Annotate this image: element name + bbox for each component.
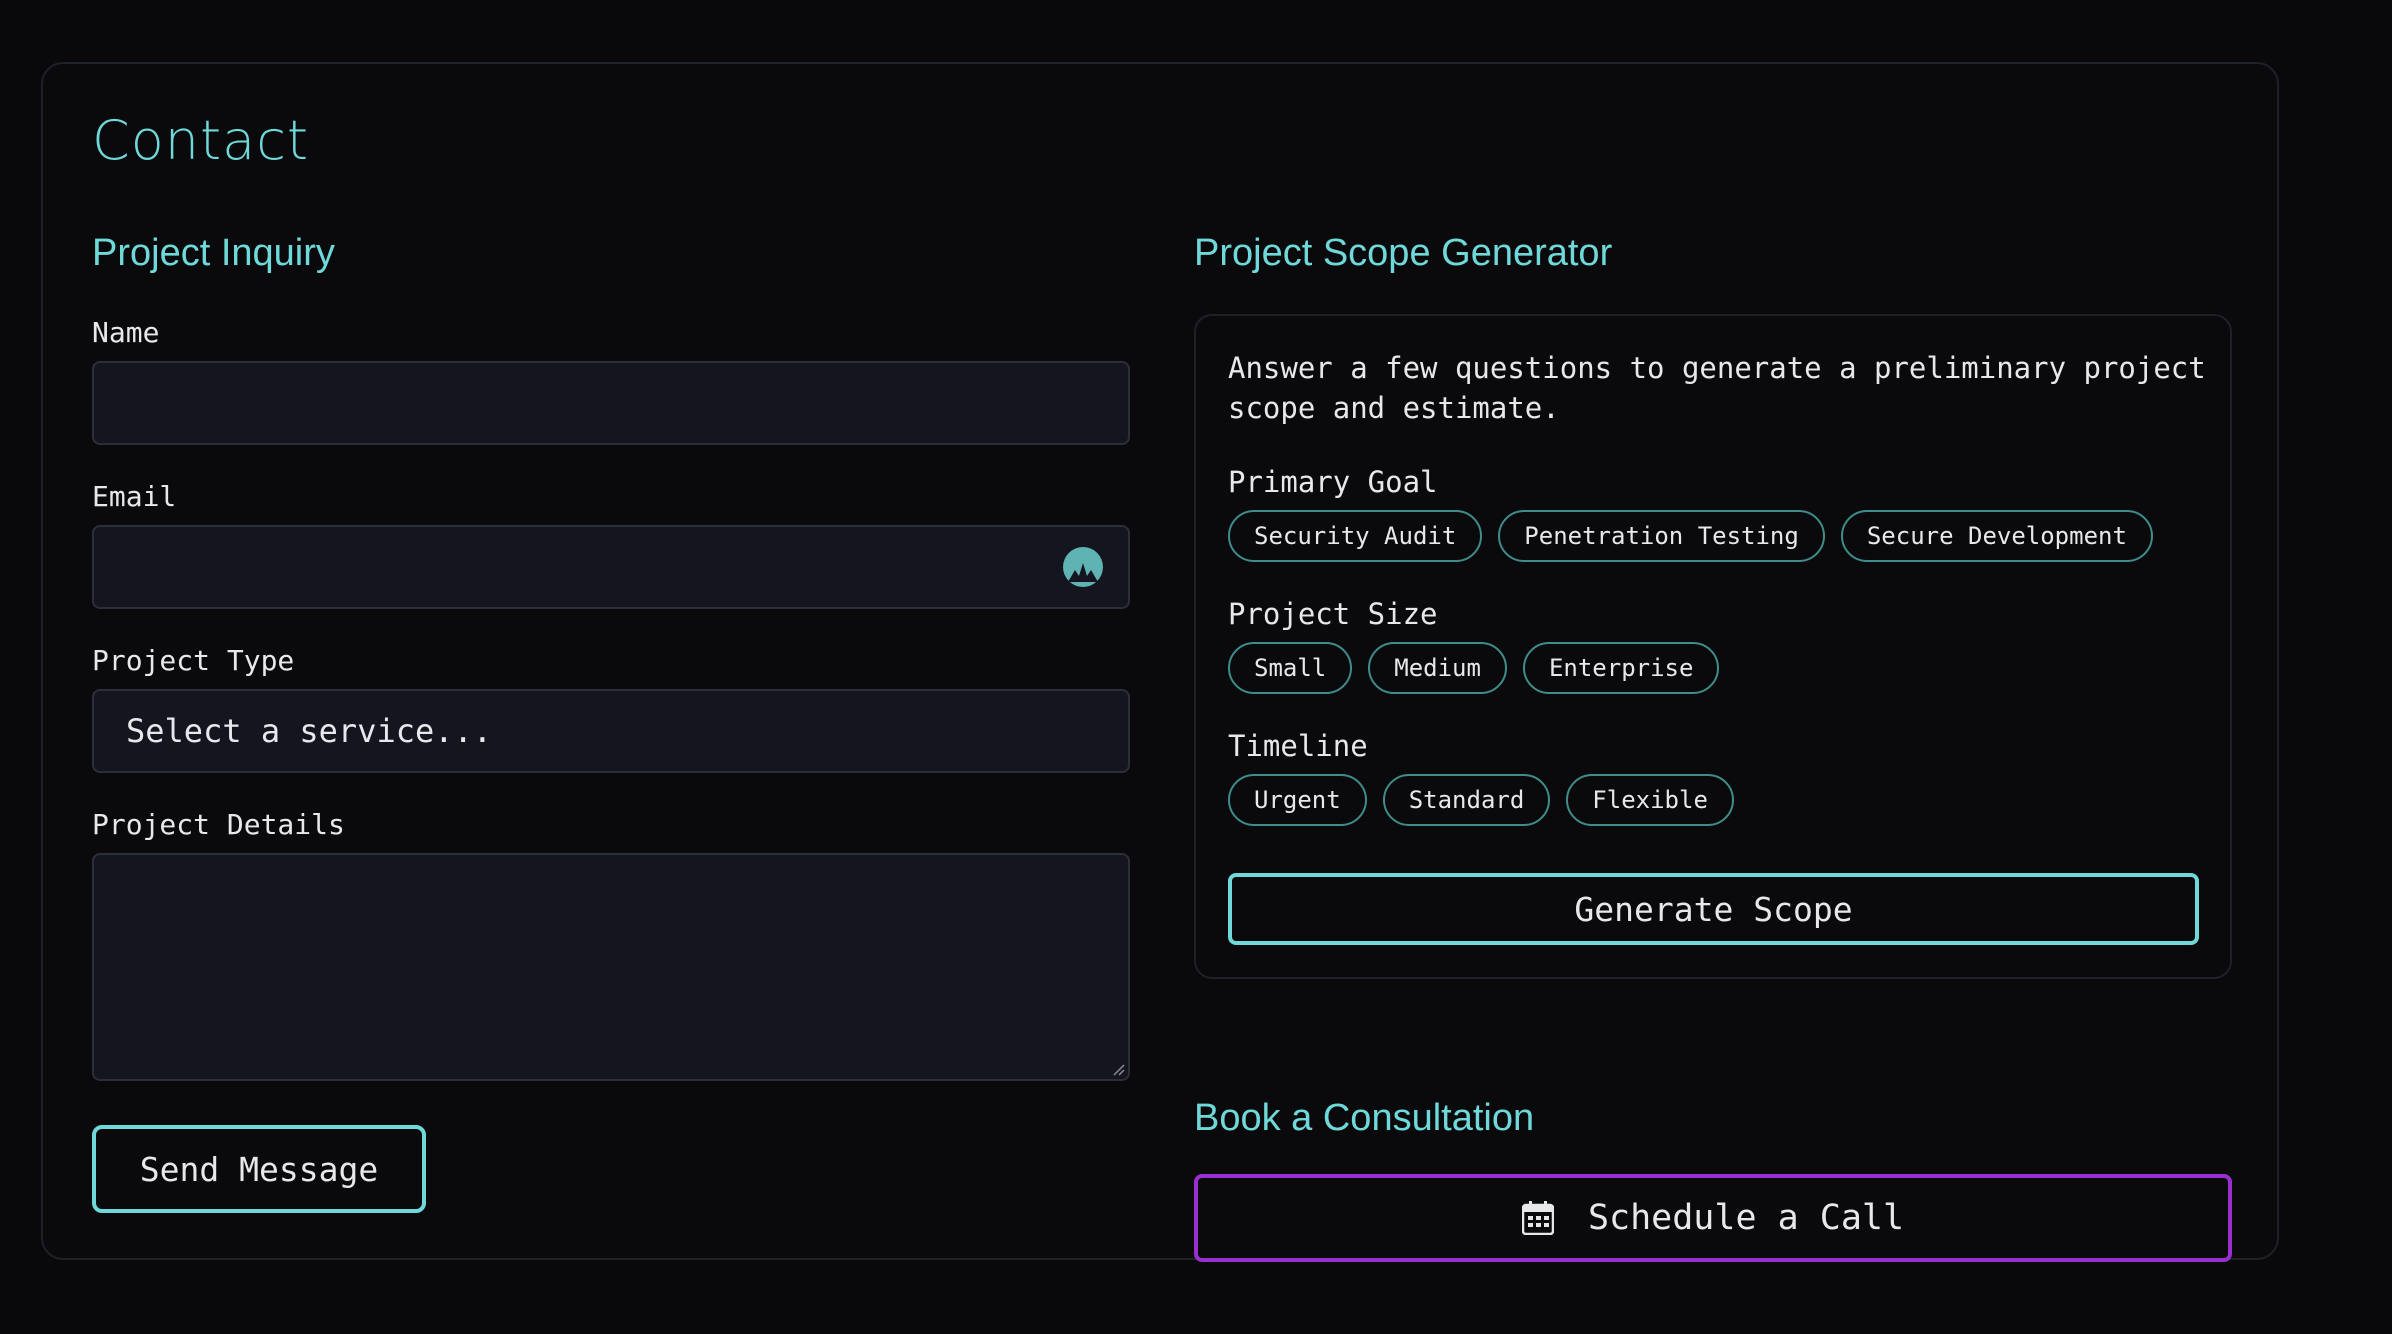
scope-description: Answer a few questions to generate a pre… xyxy=(1228,351,2206,425)
project-type-selected: Select a service... xyxy=(126,712,493,750)
project-details-label: Project Details xyxy=(92,808,345,841)
schedule-call-label: Schedule a Call xyxy=(1587,1198,1905,1238)
chip-urgent[interactable]: Urgent xyxy=(1228,774,1367,826)
book-consultation-heading: Book a Consultation xyxy=(1194,1097,1535,1139)
generate-scope-button[interactable]: Generate Scope xyxy=(1228,873,2199,945)
project-inquiry-heading: Project Inquiry xyxy=(92,232,335,274)
primary-goal-options: Security Audit Penetration Testing Secur… xyxy=(1228,510,2153,562)
calendar-icon xyxy=(1521,1201,1554,1235)
project-size-options: Small Medium Enterprise xyxy=(1228,642,1720,694)
name-label: Name xyxy=(92,316,160,349)
project-size-label: Project Size xyxy=(1228,597,1438,631)
chip-small[interactable]: Small xyxy=(1228,642,1353,694)
contact-card: Contact Project Inquiry Name Email Proje… xyxy=(41,62,2279,1262)
schedule-call-button[interactable]: Schedule a Call xyxy=(1194,1174,2232,1262)
page-title: Contact xyxy=(92,109,310,172)
email-label: Email xyxy=(92,480,177,513)
name-input[interactable] xyxy=(92,361,1130,445)
project-type-select[interactable]: Select a service... xyxy=(92,689,1130,773)
project-scope-heading: Project Scope Generator xyxy=(1194,232,1613,274)
chip-security-audit[interactable]: Security Audit xyxy=(1228,510,1483,562)
primary-goal-label: Primary Goal xyxy=(1228,465,1438,499)
email-input[interactable] xyxy=(92,525,1130,609)
chip-penetration-testing[interactable]: Penetration Testing xyxy=(1498,510,1825,562)
resize-handle-icon[interactable] xyxy=(1111,1062,1125,1076)
timeline-label: Timeline xyxy=(1228,729,1368,763)
autofill-icon[interactable] xyxy=(1062,546,1104,588)
send-message-button[interactable]: Send Message xyxy=(92,1125,426,1213)
chip-medium[interactable]: Medium xyxy=(1368,642,1507,694)
chip-standard[interactable]: Standard xyxy=(1382,774,1551,826)
chip-secure-development[interactable]: Secure Development xyxy=(1840,510,2153,562)
project-details-textarea[interactable] xyxy=(92,853,1130,1081)
project-type-label: Project Type xyxy=(92,644,295,677)
scope-generator-panel: Answer a few questions to generate a pre… xyxy=(1194,314,2232,979)
timeline-options: Urgent Standard Flexible xyxy=(1228,774,1734,826)
chip-enterprise[interactable]: Enterprise xyxy=(1522,642,1720,694)
chip-flexible[interactable]: Flexible xyxy=(1566,774,1734,826)
